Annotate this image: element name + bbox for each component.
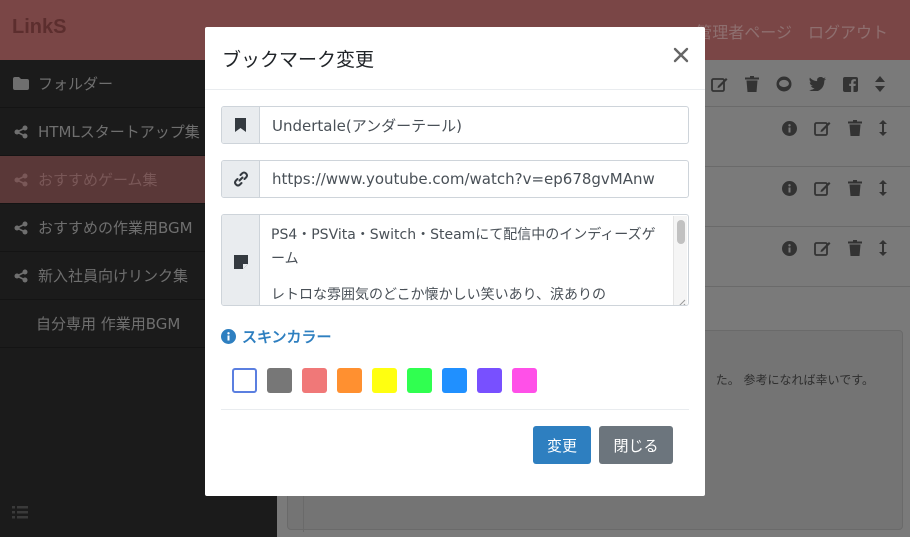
share-icon: [12, 221, 30, 235]
skin-color-swatch[interactable]: [337, 368, 362, 393]
list-icon[interactable]: [12, 504, 28, 523]
modal-title: ブックマーク変更: [222, 49, 375, 71]
skin-color-swatch[interactable]: [442, 368, 467, 393]
share-icon: [12, 173, 30, 187]
sidebar-item-label: フォルダー: [38, 75, 114, 93]
textarea-scrollbar[interactable]: [673, 216, 687, 305]
move-icon[interactable]: [879, 180, 887, 196]
row-actions: [782, 180, 887, 196]
skin-color-label-text: スキンカラー: [242, 328, 332, 346]
share-icon: [12, 125, 30, 139]
modal-header: ブックマーク変更: [205, 27, 705, 90]
edit-icon[interactable]: [814, 120, 831, 136]
admin-page-link[interactable]: 管理者ページ: [696, 19, 792, 43]
top-nav: 管理者ページ ログアウト: [696, 19, 888, 43]
move-icon[interactable]: [879, 240, 887, 256]
app-logo[interactable]: LinkS: [12, 16, 66, 39]
sidebar-item-label: HTMLスタートアップ集: [38, 123, 200, 141]
close-button[interactable]: 閉じる: [599, 426, 673, 464]
info-icon[interactable]: [782, 120, 797, 136]
bookmark-title-field: Undertale(アンダーテール): [221, 106, 689, 144]
update-button[interactable]: 変更: [533, 426, 591, 464]
folder-icon: [12, 77, 30, 90]
scrollbar-thumb[interactable]: [677, 220, 685, 244]
trash-icon[interactable]: [848, 120, 862, 136]
skin-color-label: スキンカラー: [221, 326, 332, 347]
close-icon[interactable]: [673, 47, 689, 63]
sidebar-item-label: おすすめの作業用BGM: [38, 219, 193, 237]
bookmark-icon: [222, 107, 260, 143]
skin-color-swatch[interactable]: [407, 368, 432, 393]
skin-color-swatch[interactable]: [512, 368, 537, 393]
info-icon: [221, 329, 236, 344]
info-icon[interactable]: [782, 180, 797, 196]
bookmark-url-field: https://www.youtube.com/watch?v=ep678gvM…: [221, 160, 689, 198]
skin-color-swatch[interactable]: [302, 368, 327, 393]
logout-link[interactable]: ログアウト: [808, 19, 888, 43]
skin-color-swatch[interactable]: [372, 368, 397, 393]
skin-color-swatch[interactable]: [477, 368, 502, 393]
bookmark-url-input[interactable]: https://www.youtube.com/watch?v=ep678gvM…: [260, 161, 688, 197]
share-icon: [12, 269, 30, 283]
row-actions: [782, 240, 887, 256]
bookmark-note-field: PS4・PSVita・Switch・Steamにて配信中のインディーズゲーム レ…: [221, 214, 689, 306]
edit-bookmark-modal: ブックマーク変更 Undertale(アンダーテール) https://www.…: [205, 27, 705, 496]
skin-color-picker: [232, 368, 537, 393]
sidebar-item-label: 自分専用 作業用BGM: [36, 315, 181, 333]
sidebar-item-label: 新入社員向けリンク集: [38, 267, 189, 285]
move-icon[interactable]: [879, 120, 887, 136]
row-actions: [782, 120, 887, 136]
note-line-1: PS4・PSVita・Switch・Steamにて配信中のインディーズゲーム: [271, 227, 656, 267]
skin-color-swatch[interactable]: [267, 368, 292, 393]
info-icon[interactable]: [782, 240, 797, 256]
bookmark-note-textarea[interactable]: PS4・PSVita・Switch・Steamにて配信中のインディーズゲーム レ…: [260, 215, 688, 305]
sticky-note-icon: [222, 215, 260, 305]
bookmark-title-input[interactable]: Undertale(アンダーテール): [260, 107, 688, 143]
sidebar-item-label: おすすめゲーム集: [38, 171, 158, 189]
link-icon: [222, 161, 260, 197]
edit-icon[interactable]: [814, 180, 831, 196]
edit-icon[interactable]: [814, 240, 831, 256]
trash-icon[interactable]: [848, 240, 862, 256]
skin-color-swatch[interactable]: [232, 368, 257, 393]
modal-footer-divider: [221, 409, 689, 410]
trash-icon[interactable]: [848, 180, 862, 196]
note-line-2: レトロな雰囲気のどこか懐かしい笑いあり、涙ありの: [271, 287, 607, 303]
description-text: た。 参考になれば幸いです。: [715, 373, 874, 387]
resize-handle[interactable]: [676, 293, 686, 305]
